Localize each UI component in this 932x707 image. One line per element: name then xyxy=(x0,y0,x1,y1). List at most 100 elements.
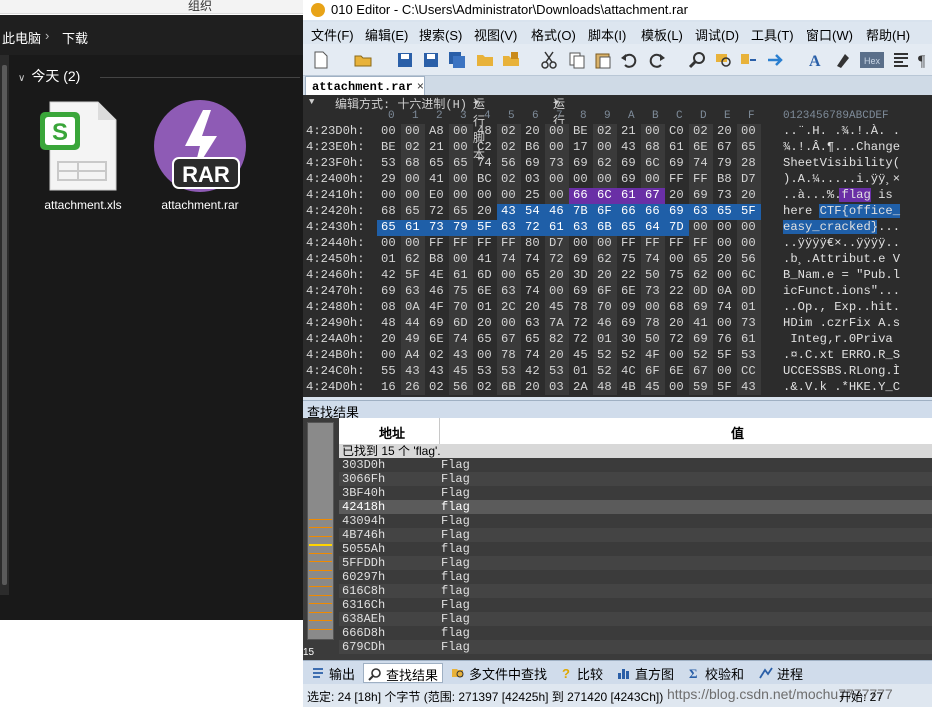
hex-byte[interactable]: 00 xyxy=(713,220,737,236)
save-icon[interactable] xyxy=(395,50,415,70)
hex-row[interactable]: 4:24C0h: 55 43 43 45 53 53 42 53 01 52 4C 6F 6E 67 00 CC… xyxy=(303,364,932,380)
hex-byte[interactable]: 53 xyxy=(737,348,761,364)
menu-search[interactable]: 搜索(S) xyxy=(419,25,462,44)
hex-byte[interactable]: 00 xyxy=(473,188,497,204)
hex-byte[interactable]: 00 xyxy=(689,220,713,236)
hex-byte[interactable]: 82 xyxy=(545,332,569,348)
hex-byte[interactable]: 20 xyxy=(473,316,497,332)
hex-byte[interactable]: 02 xyxy=(497,140,521,156)
hex-byte[interactable]: 54 xyxy=(521,204,545,220)
hex-byte[interactable]: 78 xyxy=(497,348,521,364)
hex-byte[interactable]: 46 xyxy=(425,284,449,300)
hex-byte[interactable]: 73 xyxy=(713,188,737,204)
hex-byte[interactable]: 65 xyxy=(521,268,545,284)
ascii-text[interactable]: ¾.!.Â.¶...Change xyxy=(783,140,900,154)
minimap-marker[interactable] xyxy=(309,570,332,571)
hex-byte[interactable]: 72 xyxy=(569,316,593,332)
hex-byte[interactable]: 6B xyxy=(593,220,617,236)
hex-row[interactable]: 4:2440h: 00 00 FF FF FF FF 80 D7 00 00 FF FF FF FF 00 00… xyxy=(303,236,932,252)
hex-byte[interactable]: 74 xyxy=(473,156,497,172)
hex-byte[interactable]: 52 xyxy=(689,348,713,364)
minimap-marker[interactable] xyxy=(309,578,332,579)
hex-byte[interactable]: 5F xyxy=(473,220,497,236)
hex-byte[interactable]: 43 xyxy=(497,204,521,220)
hex-byte[interactable]: 67 xyxy=(641,188,665,204)
hex-byte[interactable]: 63 xyxy=(497,284,521,300)
hex-byte[interactable]: 72 xyxy=(569,332,593,348)
hex-byte[interactable]: 64 xyxy=(641,220,665,236)
hex-byte[interactable]: 65 xyxy=(449,156,473,172)
hex-byte[interactable]: 00 xyxy=(377,188,401,204)
breadcrumb-this-pc[interactable]: 此电脑 xyxy=(2,28,41,47)
hex-row[interactable]: 4:2490h: 48 44 69 6D 20 00 63 7A 72 46 69 78 20 41 00 73… xyxy=(303,316,932,332)
hex-byte[interactable]: 78 xyxy=(641,316,665,332)
hex-byte[interactable]: 69 xyxy=(569,252,593,268)
hex-byte[interactable]: 61 xyxy=(737,332,761,348)
minimap-marker[interactable] xyxy=(309,603,332,604)
hex-byte[interactable]: 01 xyxy=(737,300,761,316)
hex-byte[interactable]: 00 xyxy=(545,188,569,204)
hex-byte[interactable]: 43 xyxy=(449,348,473,364)
result-row[interactable]: 3066Fh Flag xyxy=(339,472,932,486)
ascii-text[interactable]: Integ‚r.0Priva xyxy=(783,332,892,346)
hex-byte[interactable]: 65 xyxy=(737,140,761,156)
ascii-text[interactable]: B_Nam.e = "Pub.l xyxy=(783,268,900,282)
hex-byte[interactable]: 62 xyxy=(593,252,617,268)
tab-find-in-files[interactable]: 多文件中查找 xyxy=(447,663,551,683)
file-attachment-xls[interactable]: S attachment.xls xyxy=(28,96,138,216)
hex-byte[interactable]: 6E xyxy=(617,284,641,300)
result-row[interactable]: 5055Ah flag xyxy=(339,542,932,556)
hex-byte[interactable]: 5F xyxy=(737,204,761,220)
menu-window[interactable]: 窗口(W) xyxy=(806,25,853,44)
hex-byte[interactable]: B6 xyxy=(521,140,545,156)
result-row[interactable]: 43094h Flag xyxy=(339,514,932,528)
hex-byte[interactable]: 30 xyxy=(617,332,641,348)
hex-byte[interactable]: 74 xyxy=(497,252,521,268)
hex-byte[interactable]: 4B xyxy=(617,380,641,396)
ascii-text[interactable]: SheetVisibility( xyxy=(783,156,900,170)
hex-byte[interactable]: 00 xyxy=(713,268,737,284)
hex-row[interactable]: 4:24A0h: 20 49 6E 74 65 67 65 82 72 01 30 50 72 69 76 61… xyxy=(303,332,932,348)
ascii-text[interactable]: ..à...%.flag is xyxy=(783,188,901,202)
minimap-marker[interactable] xyxy=(309,519,332,520)
hex-byte[interactable]: 73 xyxy=(737,316,761,332)
hex-byte[interactable]: 02 xyxy=(593,124,617,140)
hex-byte[interactable]: 63 xyxy=(521,316,545,332)
ascii-text[interactable]: .¤.C.xt ERRO.R_S xyxy=(783,348,900,362)
hex-byte[interactable]: 43 xyxy=(401,364,425,380)
hex-byte[interactable]: 28 xyxy=(737,156,761,172)
minimap-marker[interactable] xyxy=(309,544,332,546)
tab-find-results[interactable]: 查找结果 xyxy=(363,663,444,683)
hex-byte[interactable]: 00 xyxy=(401,188,425,204)
hex-byte[interactable]: 69 xyxy=(617,316,641,332)
hex-byte[interactable]: BC xyxy=(473,172,497,188)
hex-byte[interactable]: 00 xyxy=(569,236,593,252)
hex-byte[interactable]: 20 xyxy=(665,188,689,204)
ascii-text[interactable]: .b¸.Attribut.e V xyxy=(783,252,900,266)
menu-format[interactable]: 格式(O) xyxy=(531,25,576,44)
close-tab-icon[interactable]: × xyxy=(417,79,424,93)
hex-byte[interactable]: B8 xyxy=(713,172,737,188)
hex-byte[interactable]: 4E xyxy=(425,268,449,284)
hex-byte[interactable]: 52 xyxy=(617,348,641,364)
hex-byte[interactable]: 6F xyxy=(641,364,665,380)
hex-byte[interactable]: 76 xyxy=(713,332,737,348)
hex-byte[interactable]: 65 xyxy=(425,156,449,172)
minimap-marker[interactable] xyxy=(309,553,332,554)
hex-byte[interactable]: 20 xyxy=(713,252,737,268)
menu-file[interactable]: 文件(F) xyxy=(311,25,354,44)
hex-byte[interactable]: 00 xyxy=(497,316,521,332)
hex-byte[interactable]: 69 xyxy=(617,172,641,188)
hex-byte[interactable]: FF xyxy=(425,236,449,252)
goto-icon[interactable] xyxy=(765,50,785,70)
hex-byte[interactable]: 0D xyxy=(737,284,761,300)
hex-byte[interactable]: 20 xyxy=(593,268,617,284)
hex-byte[interactable]: 00 xyxy=(473,348,497,364)
hex-byte[interactable]: 7D xyxy=(665,220,689,236)
tab-histogram[interactable]: 直方图 xyxy=(613,663,678,683)
hex-byte[interactable]: 4F xyxy=(641,348,665,364)
hex-byte[interactable]: 45 xyxy=(449,364,473,380)
hex-byte[interactable]: 21 xyxy=(425,140,449,156)
hex-byte[interactable]: 00 xyxy=(545,140,569,156)
copy-icon[interactable] xyxy=(567,50,587,70)
